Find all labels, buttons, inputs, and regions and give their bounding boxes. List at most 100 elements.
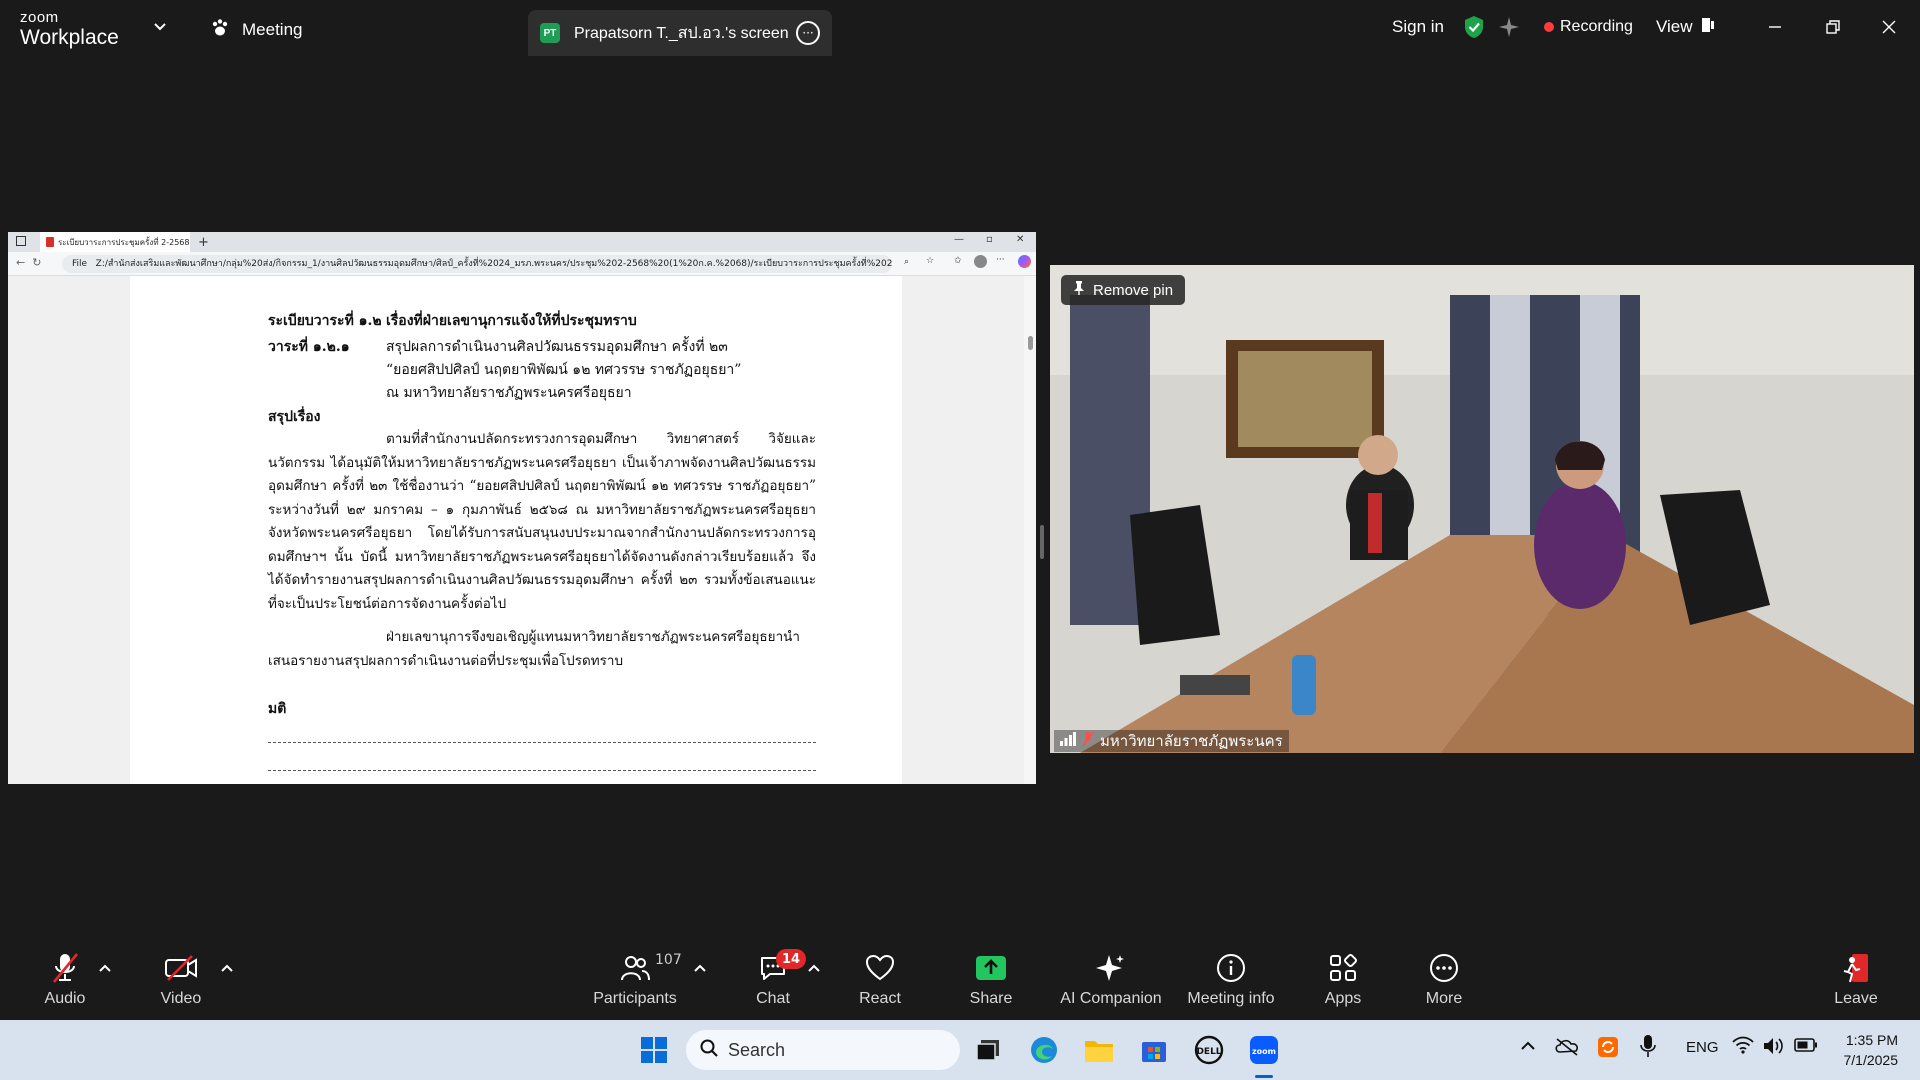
minimize-icon[interactable] <box>1760 12 1790 42</box>
participant-name-tag: มหาวิทยาลัยราชภัฏพระนคร <box>1054 730 1289 752</box>
file-explorer-icon[interactable] <box>1083 1034 1115 1066</box>
apps-button[interactable]: Apps <box>1288 946 1398 1020</box>
show-hidden-icons-chevron-up-icon[interactable] <box>1520 1038 1536 1054</box>
video-label: Video <box>160 990 202 1007</box>
chat-options-chevron-up-icon[interactable] <box>804 958 824 978</box>
back-arrow-icon[interactable]: ← ↻ <box>16 256 41 269</box>
edge-browser-icon[interactable] <box>1028 1034 1060 1066</box>
more-button[interactable]: More <box>1389 946 1499 1020</box>
view-button[interactable]: View <box>1656 14 1715 40</box>
heart-icon <box>865 946 895 990</box>
participants-label: Participants <box>593 990 677 1007</box>
ai-sparkle-icon[interactable] <box>1498 14 1520 40</box>
windows-start-icon[interactable] <box>638 1034 670 1066</box>
browser-tab[interactable]: ระเบียบวาระการประชุมครั้งที่ 2-2568.p ✕ <box>40 232 190 252</box>
restore-icon[interactable] <box>1818 12 1848 42</box>
video-options-chevron-up-icon[interactable] <box>217 958 237 978</box>
profile-avatar[interactable] <box>974 255 987 268</box>
chat-label: Chat <box>756 990 790 1007</box>
volume-icon[interactable] <box>1762 1036 1786 1060</box>
active-app-indicator <box>1255 1075 1273 1078</box>
battery-icon[interactable] <box>1794 1038 1818 1056</box>
taskbar-search-box[interactable]: Search <box>686 1030 960 1070</box>
search-icon <box>700 1039 718 1062</box>
react-label: React <box>859 990 901 1007</box>
more-label: More <box>1425 990 1463 1007</box>
participants-count: 107 <box>655 952 682 968</box>
url-field[interactable]: File Z:/สำนักส่งเสริมและพัฒนาศึกษา/กลุ่ม… <box>62 255 892 273</box>
zoom-icon[interactable]: ⌕ <box>904 257 909 267</box>
shared-screen[interactable]: ระเบียบวาระการประชุมครั้งที่ 2-2568.p ✕ … <box>8 232 1036 784</box>
share-label: Share <box>969 990 1013 1007</box>
copilot-icon[interactable] <box>1018 255 1031 268</box>
resolution-line <box>268 742 816 743</box>
zoom-app-icon[interactable]: zoom <box>1248 1034 1280 1066</box>
input-language[interactable]: ENG <box>1686 1039 1719 1056</box>
signal-strength-icon <box>1060 732 1076 750</box>
browser-window-icon[interactable] <box>16 236 26 246</box>
meeting-tab[interactable]: Meeting <box>210 14 302 46</box>
remove-pin-button[interactable]: Remove pin <box>1061 275 1186 305</box>
sync-icon[interactable] <box>1596 1035 1620 1063</box>
sign-in-button[interactable]: Sign in <box>1392 14 1444 40</box>
system-clock[interactable]: 1:35 PM 7/1/2025 <box>1836 1030 1899 1070</box>
mic-muted-icon <box>50 946 80 990</box>
ai-companion-icon <box>1096 946 1126 990</box>
leave-button[interactable]: Leave <box>1801 946 1911 1020</box>
meeting-info-button[interactable]: Meeting info <box>1176 946 1286 1020</box>
onedrive-offline-icon[interactable] <box>1554 1036 1580 1060</box>
camera-off-icon <box>164 946 198 990</box>
zoom-workplace-logo: zoom Workplace <box>20 10 130 48</box>
favorite-star-icon[interactable]: ☆ <box>926 256 934 266</box>
browser-close-icon[interactable]: ✕ <box>1016 234 1024 245</box>
pdf-scrollbar[interactable] <box>1024 276 1036 784</box>
browser-maximize-icon[interactable]: ▫ <box>986 234 993 245</box>
search-placeholder: Search <box>728 1039 786 1060</box>
microphone-icon[interactable] <box>1640 1034 1656 1062</box>
favorites-icon[interactable]: ✩ <box>954 256 962 266</box>
browser-minimize-icon[interactable]: — <box>954 234 964 245</box>
clock-time: 1:35 PM <box>1845 1032 1898 1048</box>
share-button[interactable]: Share <box>936 946 1046 1020</box>
apps-grid-icon <box>1328 946 1358 990</box>
dell-icon[interactable]: DELL <box>1193 1034 1225 1066</box>
share-screen-icon <box>975 946 1007 990</box>
summary-label: สรุปเรื่อง <box>268 409 321 425</box>
shield-icon[interactable] <box>1463 14 1485 40</box>
react-button[interactable]: React <box>825 946 935 1020</box>
new-tab-icon[interactable]: + <box>198 235 209 250</box>
more-icon <box>1429 946 1459 990</box>
logo-brand-top: zoom <box>20 9 59 26</box>
remove-pin-label: Remove pin <box>1093 281 1174 299</box>
more-options-icon[interactable]: ··· <box>796 21 820 45</box>
ai-companion-button[interactable]: AI Companion <box>1056 946 1166 1020</box>
shared-screen-tab[interactable]: PT Prapatsorn T._สป.อว.'s screen ··· <box>528 10 832 56</box>
participants-icon <box>620 946 650 990</box>
recording-indicator[interactable]: Recording <box>1544 14 1633 40</box>
pdf-viewer[interactable]: ระเบียบวาระที่ ๑.๒ เรื่องที่ฝ่ายเลขานุกา… <box>8 276 1036 784</box>
windows-taskbar: Search DELL zoom ENG 1:35 PM 7/1/2025 <box>0 1020 1920 1080</box>
info-icon <box>1216 946 1246 990</box>
logo-brand-bottom: Workplace <box>20 26 119 49</box>
url-text: Z:/สำนักส่งเสริมและพัฒนาศึกษา/กลุ่ม%20ส่… <box>95 259 892 269</box>
wifi-icon[interactable] <box>1732 1036 1754 1058</box>
summary-paragraph: ตามที่สำนักงานปลัดกระทรวงการอุดมศึกษา วิ… <box>268 431 816 612</box>
agenda-heading-text: เรื่องที่ฝ่ายเลขานุการแจ้งให้ที่ประชุมทร… <box>386 313 637 329</box>
split-resize-handle[interactable] <box>1040 525 1044 559</box>
pdf-page: ระเบียบวาระที่ ๑.๒ เรื่องที่ฝ่ายเลขานุกา… <box>130 276 902 784</box>
ai-companion-label: AI Companion <box>1060 990 1162 1007</box>
leave-door-icon <box>1840 946 1872 990</box>
agenda-heading-label: ระเบียบวาระที่ ๑.๒ <box>268 313 382 329</box>
chevron-down-icon[interactable] <box>150 17 170 37</box>
audio-options-chevron-up-icon[interactable] <box>95 958 115 978</box>
participant-video[interactable] <box>1050 265 1914 753</box>
meeting-tab-label: Meeting <box>242 20 303 39</box>
close-icon[interactable] <box>1874 12 1904 42</box>
browser-menu-icon[interactable]: ··· <box>996 255 1005 265</box>
participants-options-chevron-up-icon[interactable] <box>690 958 710 978</box>
agenda-item-label: วาระที่ ๑.๒.๑ <box>268 339 350 355</box>
task-view-icon[interactable] <box>972 1034 1004 1066</box>
microsoft-store-icon[interactable] <box>1138 1034 1170 1066</box>
scrollbar-thumb[interactable] <box>1028 336 1033 350</box>
leave-label: Leave <box>1834 990 1878 1007</box>
